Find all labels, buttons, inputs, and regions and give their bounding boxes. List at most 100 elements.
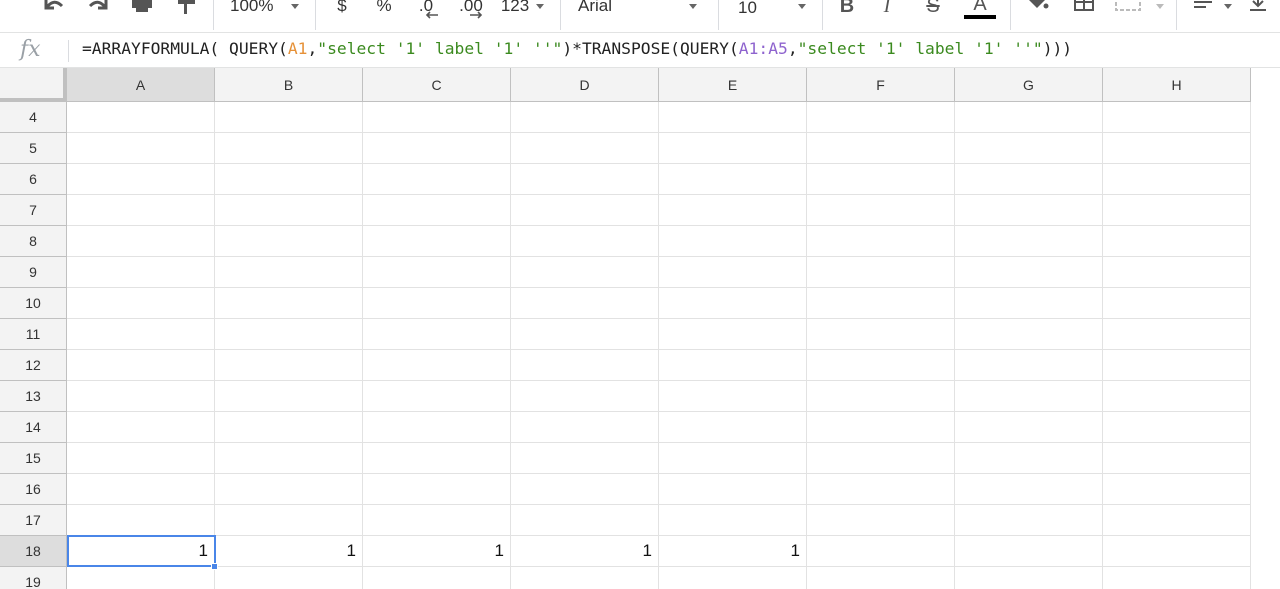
bold-button[interactable]: B bbox=[836, 0, 858, 17]
cell-f6[interactable] bbox=[807, 164, 955, 195]
paint-format-icon[interactable] bbox=[172, 0, 200, 14]
cell-d14[interactable] bbox=[511, 412, 659, 443]
column-header-h[interactable]: H bbox=[1103, 68, 1251, 102]
cell-d9[interactable] bbox=[511, 257, 659, 288]
cell-a8[interactable] bbox=[67, 226, 215, 257]
cell-d16[interactable] bbox=[511, 474, 659, 505]
cell-a18[interactable]: 1 bbox=[67, 536, 215, 567]
cell-b15[interactable] bbox=[215, 443, 363, 474]
cell-b14[interactable] bbox=[215, 412, 363, 443]
cell-f11[interactable] bbox=[807, 319, 955, 350]
cell-e19[interactable] bbox=[659, 567, 807, 589]
cell-f16[interactable] bbox=[807, 474, 955, 505]
column-header-d[interactable]: D bbox=[511, 68, 659, 102]
cell-c12[interactable] bbox=[363, 350, 511, 381]
row-header-19[interactable]: 19 bbox=[0, 567, 67, 589]
cell-g10[interactable] bbox=[955, 288, 1103, 319]
cell-a16[interactable] bbox=[67, 474, 215, 505]
cell-d19[interactable] bbox=[511, 567, 659, 589]
cell-c18[interactable]: 1 bbox=[363, 536, 511, 567]
row-header-14[interactable]: 14 bbox=[0, 412, 67, 443]
cell-c15[interactable] bbox=[363, 443, 511, 474]
more-formats-button[interactable]: 123 bbox=[498, 0, 532, 16]
cell-c10[interactable] bbox=[363, 288, 511, 319]
row-header-8[interactable]: 8 bbox=[0, 226, 67, 257]
cell-e16[interactable] bbox=[659, 474, 807, 505]
column-header-g[interactable]: G bbox=[955, 68, 1103, 102]
cell-e8[interactable] bbox=[659, 226, 807, 257]
cell-h4[interactable] bbox=[1103, 102, 1251, 133]
cell-f12[interactable] bbox=[807, 350, 955, 381]
cell-c13[interactable] bbox=[363, 381, 511, 412]
cell-g4[interactable] bbox=[955, 102, 1103, 133]
cell-g8[interactable] bbox=[955, 226, 1103, 257]
cell-d15[interactable] bbox=[511, 443, 659, 474]
merge-cells-icon[interactable] bbox=[1112, 0, 1144, 14]
cell-g12[interactable] bbox=[955, 350, 1103, 381]
cell-f4[interactable] bbox=[807, 102, 955, 133]
cell-h18[interactable] bbox=[1103, 536, 1251, 567]
cell-b6[interactable] bbox=[215, 164, 363, 195]
cell-g5[interactable] bbox=[955, 133, 1103, 164]
cell-c7[interactable] bbox=[363, 195, 511, 226]
cell-b16[interactable] bbox=[215, 474, 363, 505]
cell-d7[interactable] bbox=[511, 195, 659, 226]
cell-h9[interactable] bbox=[1103, 257, 1251, 288]
cell-c16[interactable] bbox=[363, 474, 511, 505]
cell-a7[interactable] bbox=[67, 195, 215, 226]
cell-d18[interactable]: 1 bbox=[511, 536, 659, 567]
cell-e5[interactable] bbox=[659, 133, 807, 164]
row-header-9[interactable]: 9 bbox=[0, 257, 67, 288]
cell-c14[interactable] bbox=[363, 412, 511, 443]
cell-f9[interactable] bbox=[807, 257, 955, 288]
cell-f14[interactable] bbox=[807, 412, 955, 443]
cell-b11[interactable] bbox=[215, 319, 363, 350]
cell-d13[interactable] bbox=[511, 381, 659, 412]
row-header-15[interactable]: 15 bbox=[0, 443, 67, 474]
cell-f8[interactable] bbox=[807, 226, 955, 257]
cell-a11[interactable] bbox=[67, 319, 215, 350]
percent-format-button[interactable]: % bbox=[372, 0, 396, 16]
row-header-6[interactable]: 6 bbox=[0, 164, 67, 195]
cell-e12[interactable] bbox=[659, 350, 807, 381]
cell-c11[interactable] bbox=[363, 319, 511, 350]
cell-h6[interactable] bbox=[1103, 164, 1251, 195]
cell-a4[interactable] bbox=[67, 102, 215, 133]
cell-f15[interactable] bbox=[807, 443, 955, 474]
cell-e14[interactable] bbox=[659, 412, 807, 443]
cell-h15[interactable] bbox=[1103, 443, 1251, 474]
cell-f18[interactable] bbox=[807, 536, 955, 567]
cell-g9[interactable] bbox=[955, 257, 1103, 288]
cell-d5[interactable] bbox=[511, 133, 659, 164]
cell-d8[interactable] bbox=[511, 226, 659, 257]
cell-d17[interactable] bbox=[511, 505, 659, 536]
cell-a6[interactable] bbox=[67, 164, 215, 195]
cell-g19[interactable] bbox=[955, 567, 1103, 589]
cell-f17[interactable] bbox=[807, 505, 955, 536]
cell-b5[interactable] bbox=[215, 133, 363, 164]
cell-b8[interactable] bbox=[215, 226, 363, 257]
borders-icon[interactable] bbox=[1070, 0, 1098, 14]
cell-h11[interactable] bbox=[1103, 319, 1251, 350]
row-header-13[interactable]: 13 bbox=[0, 381, 67, 412]
font-select[interactable]: Arial bbox=[578, 0, 678, 16]
cell-a14[interactable] bbox=[67, 412, 215, 443]
print-icon[interactable] bbox=[128, 0, 156, 14]
cell-d4[interactable] bbox=[511, 102, 659, 133]
cell-f19[interactable] bbox=[807, 567, 955, 589]
cell-a13[interactable] bbox=[67, 381, 215, 412]
cell-g6[interactable] bbox=[955, 164, 1103, 195]
row-header-12[interactable]: 12 bbox=[0, 350, 67, 381]
cell-g15[interactable] bbox=[955, 443, 1103, 474]
cell-h16[interactable] bbox=[1103, 474, 1251, 505]
cell-h5[interactable] bbox=[1103, 133, 1251, 164]
row-header-7[interactable]: 7 bbox=[0, 195, 67, 226]
horizontal-align-icon[interactable] bbox=[1190, 0, 1216, 14]
cell-e15[interactable] bbox=[659, 443, 807, 474]
cell-c17[interactable] bbox=[363, 505, 511, 536]
cell-a17[interactable] bbox=[67, 505, 215, 536]
cell-b13[interactable] bbox=[215, 381, 363, 412]
cell-e11[interactable] bbox=[659, 319, 807, 350]
cell-a9[interactable] bbox=[67, 257, 215, 288]
cell-d6[interactable] bbox=[511, 164, 659, 195]
